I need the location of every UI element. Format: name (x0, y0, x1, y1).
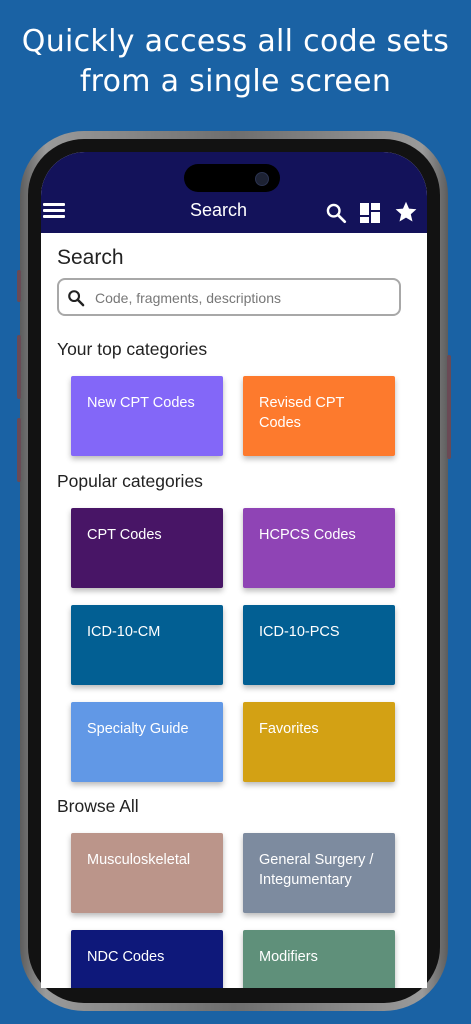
star-icon[interactable] (394, 200, 418, 224)
tile-hcpcs-codes[interactable]: HCPCS Codes (243, 508, 395, 588)
tile-general-surgery-integumentary[interactable]: General Surgery / Integumentary (243, 833, 395, 913)
app-bar: Search (41, 152, 427, 233)
search-field-icon (68, 290, 85, 307)
tile-specialty-guide[interactable]: Specialty Guide (71, 702, 223, 782)
app-screen: Search Search Your top categories New CP… (41, 152, 427, 988)
tile-icd-10-cm[interactable]: ICD-10-CM (71, 605, 223, 685)
tile-new-cpt-codes[interactable]: New CPT Codes (71, 376, 223, 456)
phone-volume-up-button (17, 335, 21, 399)
dashboard-grid-icon[interactable] (359, 202, 381, 224)
tile-modifiers[interactable]: Modifiers (243, 930, 395, 988)
search-field[interactable] (57, 278, 401, 316)
promo-line-1: Quickly access all code sets (21, 24, 450, 59)
tile-revised-cpt-codes[interactable]: Revised CPT Codes (243, 376, 395, 456)
search-icon[interactable] (325, 202, 347, 224)
popular-categories-heading: Popular categories (57, 471, 203, 491)
page-title: Search (57, 246, 124, 269)
tile-favorites[interactable]: Favorites (243, 702, 395, 782)
camera-icon (255, 172, 269, 186)
browse-all-heading: Browse All (57, 796, 139, 816)
promo-line-2: from a single screen (79, 64, 392, 99)
tile-icd-10-pcs[interactable]: ICD-10-PCS (243, 605, 395, 685)
phone-power-button (447, 355, 451, 459)
tile-cpt-codes[interactable]: CPT Codes (71, 508, 223, 588)
tile-ndc-codes[interactable]: NDC Codes (71, 930, 223, 988)
tile-musculoskeletal[interactable]: Musculoskeletal (71, 833, 223, 913)
search-input[interactable] (93, 284, 387, 312)
phone-side-button (17, 270, 21, 302)
top-categories-heading: Your top categories (57, 339, 208, 359)
phone-volume-down-button (17, 418, 21, 482)
promo-headline: Quickly access all code sets from a sing… (0, 22, 471, 102)
